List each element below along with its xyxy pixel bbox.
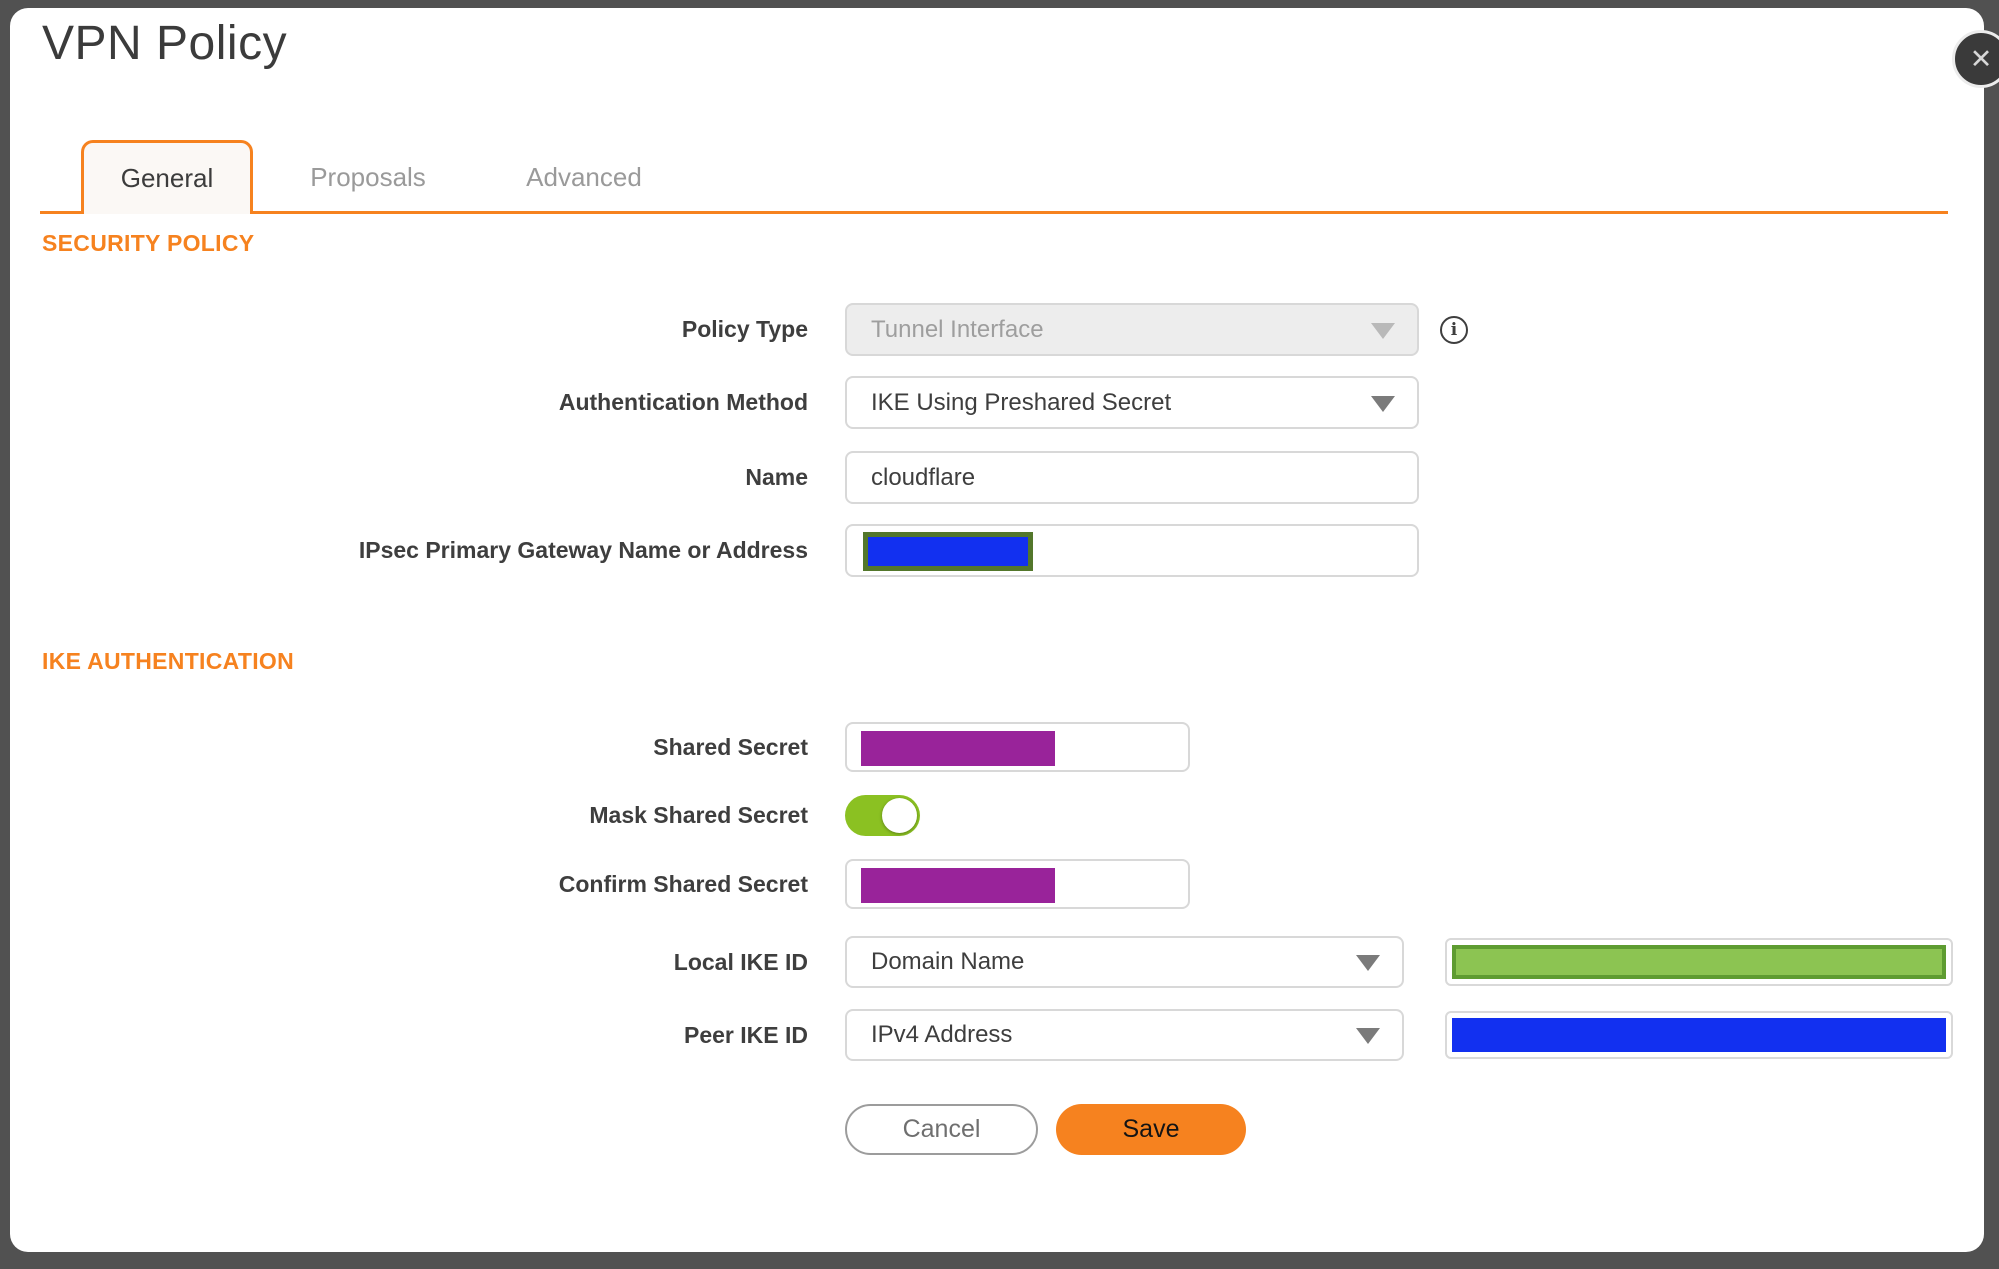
redacted-shared-secret-value bbox=[861, 731, 1055, 766]
peer-ike-id-type-value: IPv4 Address bbox=[871, 1021, 1013, 1048]
redacted-confirm-shared-secret-value bbox=[861, 868, 1055, 903]
info-icon[interactable]: i bbox=[1440, 316, 1468, 344]
peer-ike-id-label: Peer IKE ID bbox=[684, 1022, 808, 1048]
peer-ike-id-select[interactable]: IPv4 Address bbox=[845, 1009, 1404, 1061]
tab-advanced[interactable]: Advanced bbox=[499, 140, 669, 214]
tab-proposals-label: Proposals bbox=[310, 161, 426, 192]
chevron-down-icon bbox=[1356, 955, 1380, 971]
local-ike-id-type-value: Domain Name bbox=[871, 948, 1025, 975]
tab-advanced-label: Advanced bbox=[526, 161, 642, 192]
toggle-knob bbox=[882, 798, 917, 833]
authentication-method-label: Authentication Method bbox=[558, 389, 808, 415]
chevron-down-icon bbox=[1371, 322, 1395, 339]
tab-general[interactable]: General bbox=[81, 140, 253, 214]
save-button[interactable]: Save bbox=[1056, 1104, 1246, 1155]
peer-ike-id-value-field[interactable] bbox=[1445, 1011, 1953, 1059]
redacted-gateway-value bbox=[863, 532, 1033, 571]
close-icon: ✕ bbox=[1969, 43, 1993, 74]
redacted-peer-ike-id-value bbox=[1452, 1018, 1946, 1052]
gateway-label: IPsec Primary Gateway Name or Address bbox=[358, 537, 808, 563]
page-title: VPN Policy bbox=[42, 17, 288, 70]
chevron-down-icon bbox=[1356, 1028, 1380, 1044]
redacted-local-ike-id-value bbox=[1452, 945, 1946, 979]
cancel-button[interactable]: Cancel bbox=[845, 1104, 1038, 1155]
section-heading-ike-authentication: IKE AUTHENTICATION bbox=[42, 648, 294, 674]
section-heading-security-policy: SECURITY POLICY bbox=[42, 230, 255, 256]
policy-type-select[interactable]: Tunnel Interface bbox=[845, 303, 1419, 356]
authentication-method-select[interactable]: IKE Using Preshared Secret bbox=[845, 376, 1419, 429]
confirm-shared-secret-label: Confirm Shared Secret bbox=[558, 871, 808, 897]
name-input[interactable]: cloudflare bbox=[845, 451, 1419, 504]
shared-secret-input[interactable] bbox=[845, 722, 1190, 772]
gateway-input[interactable] bbox=[845, 524, 1419, 577]
tab-general-label: General bbox=[120, 163, 214, 193]
chevron-down-icon bbox=[1371, 395, 1395, 412]
confirm-shared-secret-input[interactable] bbox=[845, 859, 1190, 909]
policy-type-value: Tunnel Interface bbox=[871, 315, 1044, 343]
mask-shared-secret-label: Mask Shared Secret bbox=[589, 802, 808, 828]
shared-secret-label: Shared Secret bbox=[653, 734, 808, 760]
local-ike-id-select[interactable]: Domain Name bbox=[845, 936, 1404, 988]
policy-type-label: Policy Type bbox=[681, 316, 808, 342]
local-ike-id-value-field[interactable] bbox=[1445, 938, 1953, 986]
tab-proposals[interactable]: Proposals bbox=[283, 140, 453, 214]
mask-shared-secret-toggle[interactable] bbox=[845, 795, 920, 836]
authentication-method-value: IKE Using Preshared Secret bbox=[871, 388, 1172, 416]
name-value: cloudflare bbox=[871, 463, 976, 491]
local-ike-id-label: Local IKE ID bbox=[673, 949, 808, 975]
name-label: Name bbox=[745, 464, 808, 490]
